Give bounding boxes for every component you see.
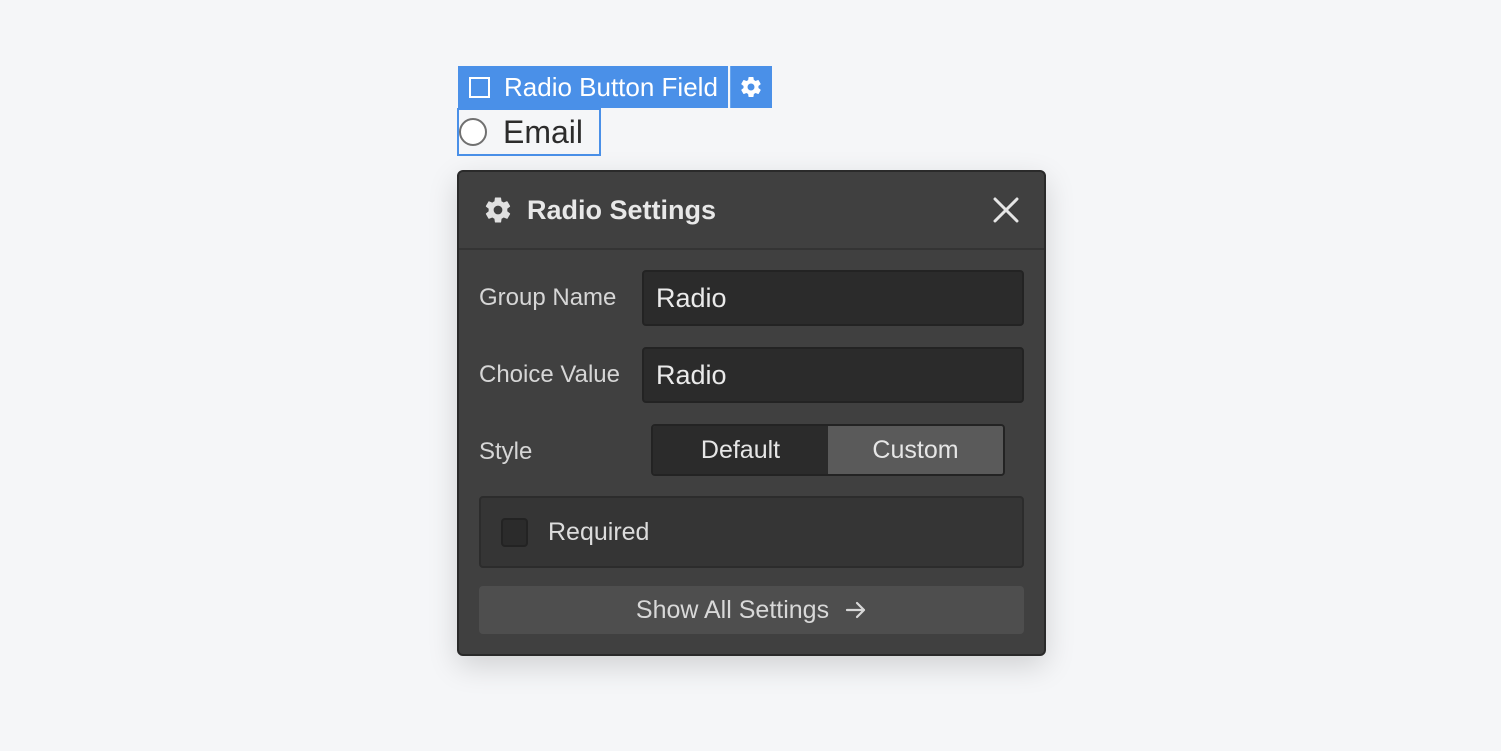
choice-value-input[interactable] [642, 347, 1024, 403]
gear-icon [485, 197, 511, 223]
show-all-settings-button[interactable]: Show All Settings [479, 586, 1024, 634]
style-option-custom[interactable]: Custom [828, 426, 1003, 474]
style-row: Style Default Custom [479, 424, 1024, 476]
gear-icon [741, 77, 762, 98]
element-badge: Radio Button Field [458, 66, 772, 108]
radio-button-element[interactable]: Email [457, 108, 601, 156]
arrow-right-icon [845, 600, 867, 620]
required-toggle[interactable]: Required [479, 496, 1024, 568]
style-option-default[interactable]: Default [653, 426, 828, 474]
style-segmented-control: Default Custom [651, 424, 1005, 476]
close-button[interactable] [990, 194, 1022, 226]
radio-circle-icon[interactable] [459, 118, 487, 146]
element-type-label[interactable]: Radio Button Field [458, 66, 728, 108]
radio-label: Email [503, 113, 584, 150]
close-icon [993, 197, 1019, 223]
required-checkbox[interactable] [501, 517, 528, 547]
required-label: Required [548, 517, 650, 546]
style-label: Style [479, 438, 533, 465]
checkbox-square-icon [469, 76, 490, 98]
element-settings-button[interactable] [729, 66, 772, 108]
group-name-label: Group Name [479, 284, 617, 311]
element-type-text: Radio Button Field [504, 71, 718, 102]
show-all-settings-label: Show All Settings [635, 595, 830, 624]
radio-settings-panel: Radio Settings Group Name Choice Value S… [457, 170, 1046, 656]
panel-header: Radio Settings [459, 172, 1044, 250]
group-name-input[interactable] [642, 270, 1024, 326]
panel-title: Radio Settings [527, 194, 717, 225]
choice-value-label: Choice Value [479, 361, 620, 388]
group-name-row: Group Name [479, 270, 1024, 326]
choice-value-row: Choice Value [479, 347, 1024, 403]
